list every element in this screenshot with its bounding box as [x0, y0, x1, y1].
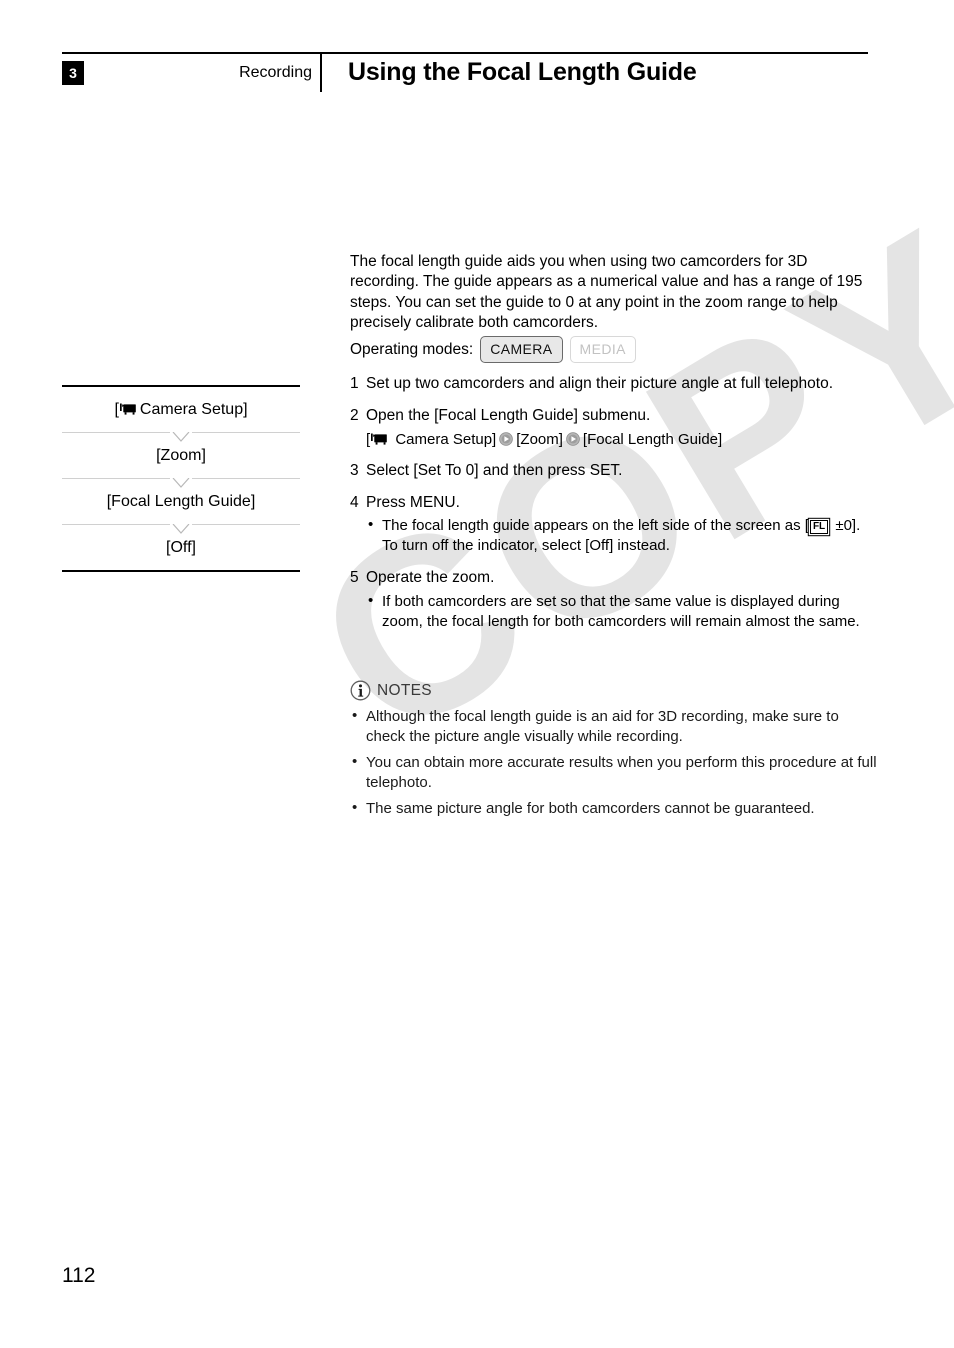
- menu-flow-bottom-rule: [62, 570, 300, 572]
- step-2-path-prefix: [: [366, 431, 371, 448]
- step-3: 3 Select [Set To 0] and then press SET.: [350, 461, 875, 482]
- step-3-text: Select [Set To 0] and then press SET.: [366, 462, 623, 479]
- menu-flow-separator-1: [62, 432, 300, 443]
- step-4-number: 4: [350, 493, 359, 511]
- page-number: 112: [62, 1264, 96, 1287]
- header-divider: [320, 54, 322, 92]
- step-2-body: Open the [Focal Length Guide] submenu. […: [366, 406, 875, 451]
- step-2-path-part3: [Focal Length Guide]: [582, 431, 723, 448]
- step-1-text: Set up two camcorders and align their pi…: [366, 375, 833, 392]
- intro-paragraph: The focal length guide aids you when usi…: [350, 252, 863, 332]
- procedure-steps: 1 Set up two camcorders and align their …: [350, 374, 875, 644]
- step-4-text: Press MENU.: [366, 493, 460, 511]
- page-title: Using the Focal Length Guide: [348, 58, 697, 86]
- step-1: 1 Set up two camcorders and align their …: [350, 374, 875, 395]
- operating-modes-row: Operating modes: CAMERA MEDIA: [350, 336, 636, 363]
- step-3-number: 3: [350, 462, 359, 479]
- fl-indicator-icon: FL: [809, 520, 829, 534]
- step-1-number: 1: [350, 375, 359, 392]
- step-5-number: 5: [350, 569, 359, 586]
- menu-flow-separator-2: [62, 478, 300, 489]
- chevron-down-icon: [170, 432, 192, 443]
- step-2-number: 2: [350, 406, 359, 424]
- arrow-right-circle-icon: [499, 432, 514, 446]
- step-2-menu-path: [ Camera Setup] [Zoom] [Focal Length Gui…: [366, 429, 875, 450]
- camcorder-icon: [119, 403, 137, 416]
- notes-title: NOTES: [377, 681, 432, 699]
- step-5-bullets: If both camcorders are set so that the s…: [366, 591, 875, 632]
- mode-badge-camera: CAMERA: [480, 336, 563, 363]
- operating-modes-label: Operating modes:: [350, 340, 474, 358]
- step-5: 5 Operate the zoom. If both camcorders a…: [350, 568, 875, 633]
- notes-list: Although the focal length guide is an ai…: [350, 706, 878, 819]
- notes-header: NOTES: [350, 680, 878, 701]
- menu-flow-item-camera-setup: [ Camera Setup]: [62, 387, 300, 432]
- page-header: 3 Recording Using the Focal Length Guide: [0, 0, 954, 110]
- menu-path-diagram: [ Camera Setup] [Zoom] [Focal Length Gui…: [62, 385, 300, 572]
- step-4-bullet-1-part1: The focal length guide appears on the le…: [382, 517, 809, 534]
- step-2: 2 Open the [Focal Length Guide] submenu.…: [350, 406, 875, 451]
- arrow-right-circle-icon: [566, 432, 580, 446]
- chevron-down-icon: [170, 478, 192, 489]
- info-icon: [350, 680, 371, 701]
- header-rule: [62, 52, 868, 54]
- camcorder-icon: [371, 433, 388, 446]
- step-5-body: Operate the zoom. If both camcorders are…: [366, 568, 875, 633]
- step-5-text: Operate the zoom.: [366, 569, 495, 586]
- step-4-bullet-1: The focal length guide appears on the le…: [366, 515, 875, 556]
- step-4: 4 Press MENU. The focal length guide app…: [350, 493, 875, 558]
- step-2-path-part1: Camera Setup]: [391, 431, 497, 448]
- step-4-body: Press MENU. The focal length guide appea…: [366, 493, 875, 558]
- notes-item: The same picture angle for both camcorde…: [350, 798, 878, 819]
- menu-flow-item-1-prefix: [: [114, 400, 119, 418]
- menu-flow-separator-3: [62, 524, 300, 535]
- notes-item: You can obtain more accurate results whe…: [350, 752, 878, 793]
- mode-badge-media: MEDIA: [569, 336, 636, 363]
- section-label: Recording: [239, 64, 312, 81]
- chapter-number-badge: 3: [62, 61, 84, 85]
- step-4-bullets: The focal length guide appears on the le…: [366, 515, 875, 556]
- step-2-path-part2: [Zoom]: [516, 431, 563, 448]
- menu-flow-item-1-suffix: Camera Setup]: [139, 400, 248, 418]
- step-2-text: Open the [Focal Length Guide] submenu.: [366, 406, 651, 424]
- notes-item: Although the focal length guide is an ai…: [350, 706, 878, 747]
- step-5-bullet-1: If both camcorders are set so that the s…: [366, 591, 875, 632]
- chevron-down-icon: [170, 524, 192, 535]
- notes-section: NOTES Although the focal length guide is…: [350, 680, 878, 825]
